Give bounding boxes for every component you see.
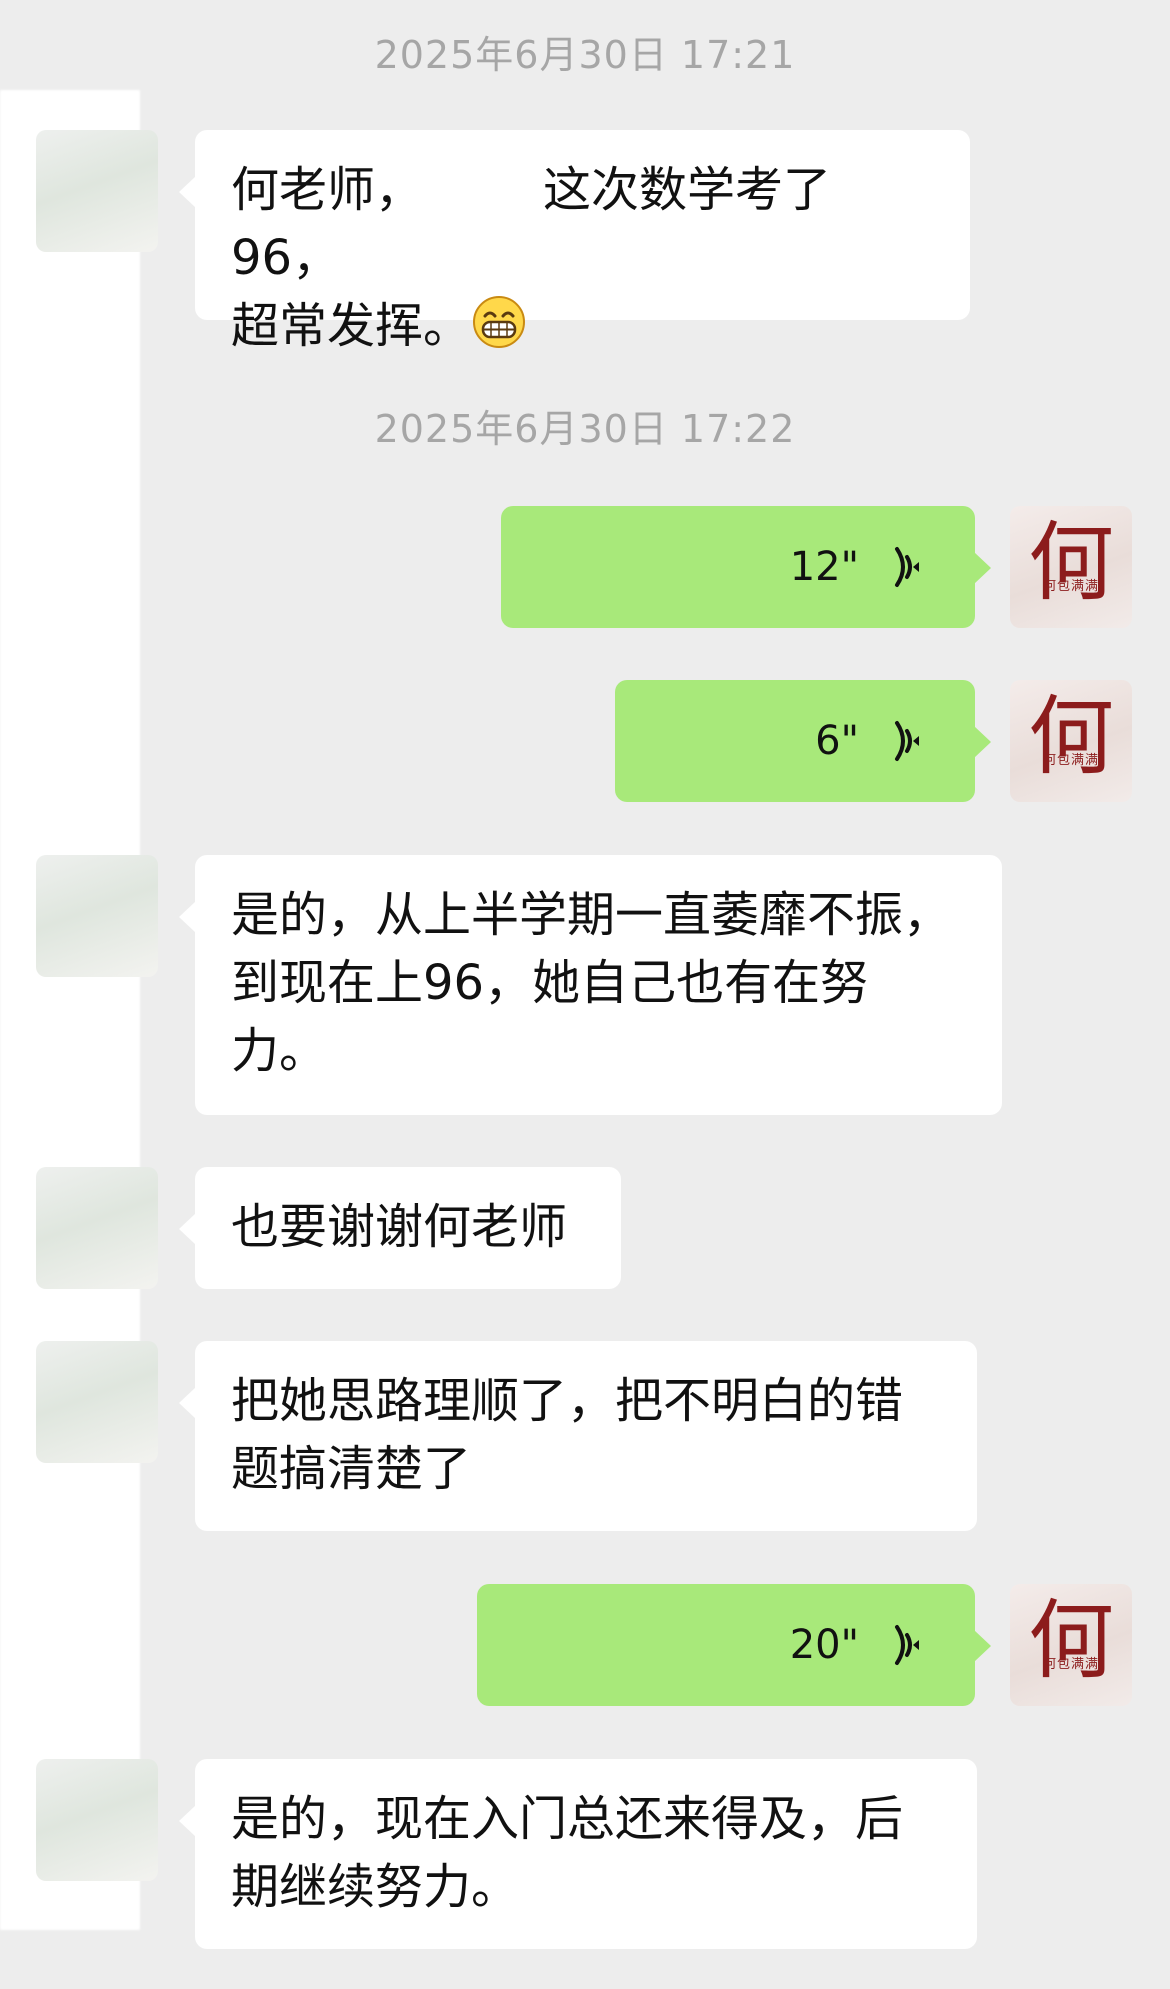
timestamp: 2025年6月30日 17:21 bbox=[374, 33, 796, 77]
message-text: 把她思路理顺了，把不明白的错 bbox=[231, 1373, 904, 1429]
voice-duration: 20" bbox=[789, 1622, 859, 1668]
message-line: 超常发挥。 bbox=[231, 292, 934, 360]
message-text: 是的，现在入门总还来得及，后 bbox=[231, 1791, 904, 1847]
received-message-bubble[interactable]: 何老师， 这次数学考了96， 超常发挥。 bbox=[179, 130, 970, 354]
message-line: 何老师， 这次数学考了96， bbox=[231, 156, 934, 292]
timestamp: 2025年6月30日 17:22 bbox=[374, 407, 796, 451]
sent-voice-message[interactable]: 12" bbox=[501, 506, 991, 628]
avatar-subtext: 何包满满 bbox=[1042, 1657, 1099, 1672]
message-text: 力。 bbox=[231, 1023, 328, 1079]
avatar-subtext: 何包满满 bbox=[1042, 579, 1099, 594]
message-text: 题搞清楚了 bbox=[231, 1441, 472, 1497]
sent-voice-message[interactable]: 20" bbox=[477, 1584, 991, 1706]
message-text: 何老师， bbox=[231, 162, 424, 218]
received-message-bubble[interactable]: 是的，从上半学期一直萎靡不振， 到现在上96，她自己也有在努 力。 bbox=[179, 855, 1002, 1115]
self-avatar[interactable]: 何 何包满满 bbox=[1010, 680, 1132, 802]
self-avatar[interactable]: 何 何包满满 bbox=[1010, 1584, 1132, 1706]
voice-wave-icon bbox=[895, 547, 919, 587]
received-message-bubble[interactable]: 也要谢谢何老师 bbox=[179, 1167, 621, 1289]
voice-wave-icon bbox=[895, 721, 919, 761]
message-text: 是的，从上半学期一直萎靡不振， bbox=[231, 887, 952, 943]
redaction-strip bbox=[0, 90, 140, 1930]
contact-avatar[interactable] bbox=[36, 130, 158, 252]
voice-wave-icon bbox=[895, 1625, 919, 1665]
contact-avatar[interactable] bbox=[36, 1759, 158, 1881]
avatar-subtext: 何包满满 bbox=[1042, 753, 1099, 768]
received-message-bubble[interactable]: 把她思路理顺了，把不明白的错 题搞清楚了 bbox=[179, 1341, 977, 1531]
voice-duration: 12" bbox=[789, 544, 859, 590]
contact-avatar[interactable] bbox=[36, 855, 158, 977]
message-text: 也要谢谢何老师 bbox=[231, 1199, 568, 1255]
message-text: 超常发挥。 bbox=[231, 298, 472, 354]
contact-avatar[interactable] bbox=[36, 1341, 158, 1463]
sent-voice-message[interactable]: 6" bbox=[615, 680, 991, 802]
received-message-bubble[interactable]: 是的，现在入门总还来得及，后 期继续努力。 bbox=[179, 1759, 977, 1949]
contact-avatar[interactable] bbox=[36, 1167, 158, 1289]
message-text: 到现在上96，她自己也有在努 bbox=[231, 955, 869, 1011]
message-text: 期继续努力。 bbox=[231, 1859, 520, 1915]
grinning-emoji-icon bbox=[473, 296, 526, 348]
voice-duration: 6" bbox=[815, 718, 859, 764]
self-avatar[interactable]: 何 何包满满 bbox=[1010, 506, 1132, 628]
